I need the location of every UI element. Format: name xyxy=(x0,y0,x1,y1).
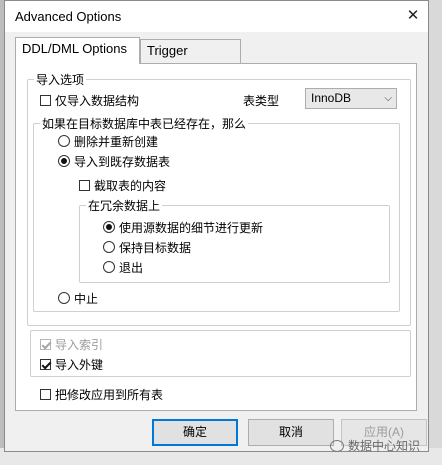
wechat-icon xyxy=(330,439,344,452)
abort-label: 中止 xyxy=(74,291,99,306)
ok-label: 确定 xyxy=(182,425,207,439)
import-existing-radio[interactable]: 导入到既存数据表 xyxy=(58,152,170,170)
delete-recreate-label: 删除并重新创建 xyxy=(74,134,159,149)
background-window-right xyxy=(428,0,442,465)
apply-all-label: 把修改应用到所有表 xyxy=(55,387,164,402)
table-type-label: 表类型 xyxy=(243,91,279,109)
dialog-title: Advanced Options xyxy=(15,9,122,24)
checkbox-box[interactable] xyxy=(40,94,51,106)
apply-all-checkbox[interactable]: 把修改应用到所有表 xyxy=(40,385,163,403)
table-type-select[interactable]: InnoDB ⌵ xyxy=(305,88,397,109)
radio-circle[interactable] xyxy=(103,221,115,233)
radio-circle[interactable] xyxy=(103,261,115,273)
cancel-button[interactable]: 取消 xyxy=(248,419,334,446)
exit-label: 退出 xyxy=(119,260,144,275)
tab-ddl-dml-options[interactable]: DDL/DML Options xyxy=(15,37,140,64)
table-type-text: 表类型 xyxy=(243,93,280,108)
update-source-label: 使用源数据的细节进行更新 xyxy=(119,220,264,235)
cancel-label: 取消 xyxy=(278,425,303,439)
checkbox-box[interactable] xyxy=(40,338,51,350)
delete-recreate-radio[interactable]: 删除并重新创建 xyxy=(58,132,158,150)
title-bar: Advanced Options ✕ xyxy=(5,1,428,32)
close-button[interactable]: ✕ xyxy=(402,5,424,27)
radio-circle[interactable] xyxy=(58,135,70,147)
only-structure-checkbox[interactable]: 仅导入数据结构 xyxy=(40,91,139,109)
keep-target-radio[interactable]: 保持目标数据 xyxy=(103,238,191,256)
import-fk-label: 导入外键 xyxy=(55,357,104,372)
radio-circle[interactable] xyxy=(103,241,115,253)
ok-button[interactable]: 确定 xyxy=(152,419,238,446)
truncate-checkbox[interactable]: 截取表的内容 xyxy=(79,176,166,194)
abort-radio[interactable]: 中止 xyxy=(58,289,98,307)
tab-label: DDL/DML Options xyxy=(22,41,127,56)
radio-circle[interactable] xyxy=(58,155,70,167)
watermark: 数据中心知识 xyxy=(330,437,420,454)
checkbox-box[interactable] xyxy=(40,388,51,400)
radio-circle[interactable] xyxy=(58,292,70,304)
import-existing-label: 导入到既存数据表 xyxy=(74,154,171,169)
import-options-legend: 导入选项 xyxy=(36,73,85,87)
update-source-radio[interactable]: 使用源数据的细节进行更新 xyxy=(103,218,263,236)
import-index-label: 导入索引 xyxy=(55,337,104,352)
close-icon: ✕ xyxy=(406,7,420,24)
keep-target-label: 保持目标数据 xyxy=(119,240,192,255)
import-fk-checkbox[interactable]: 导入外键 xyxy=(40,355,103,373)
checkbox-box[interactable] xyxy=(40,358,51,370)
watermark-text: 数据中心知识 xyxy=(348,439,421,453)
truncate-label: 截取表的内容 xyxy=(94,178,167,193)
tab-trigger-options[interactable]: Trigger Options xyxy=(140,39,241,80)
checkbox-box[interactable] xyxy=(79,179,90,191)
exit-radio[interactable]: 退出 xyxy=(103,258,143,276)
table-exists-legend: 如果在目标数据库中表已经存在，那么 xyxy=(42,117,247,131)
only-structure-label: 仅导入数据结构 xyxy=(55,93,140,108)
table-type-value: InnoDB xyxy=(311,91,352,105)
chevron-down-icon: ⌵ xyxy=(384,93,392,104)
import-index-checkbox[interactable]: 导入索引 xyxy=(40,335,103,353)
redundant-data-legend: 在冗余数据上 xyxy=(88,199,161,213)
